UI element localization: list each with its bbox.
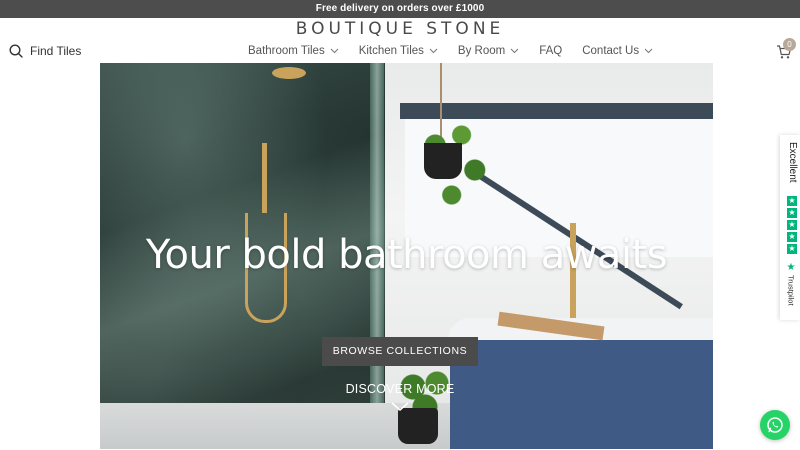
- star-icon: ★: [787, 232, 797, 242]
- nav-item-label: By Room: [457, 45, 506, 57]
- nav-item-label: FAQ: [539, 45, 563, 57]
- trustpilot-brand: ★ Trustpilot: [785, 262, 797, 312]
- discover-more-link[interactable]: DISCOVER MORE: [100, 382, 700, 396]
- shower-pipe: [262, 143, 267, 213]
- nav-item-contact-us[interactable]: Contact Us: [582, 45, 653, 57]
- whatsapp-button[interactable]: [760, 410, 790, 440]
- trustpilot-stars: ★ ★ ★ ★ ★: [787, 196, 797, 254]
- main-nav: Bathroom Tiles Kitchen Tiles By Room FAQ…: [248, 42, 673, 60]
- site-logo[interactable]: BOUTIQUE STONE: [0, 19, 800, 39]
- promo-text: Free delivery on orders over £1000: [315, 3, 485, 14]
- trustpilot-star-icon: ★: [785, 262, 797, 273]
- chevron-down-icon: [510, 48, 519, 54]
- floor-pot: [398, 408, 438, 444]
- nav-item-label: Contact Us: [582, 45, 640, 57]
- nav-item-faq[interactable]: FAQ: [539, 45, 562, 57]
- hanging-pot: [424, 143, 462, 179]
- promo-bar: Free delivery on orders over £1000: [0, 0, 800, 18]
- hero-title: Your bold bathroom awaits: [145, 232, 668, 278]
- chevron-down-icon: [330, 48, 339, 54]
- nav-item-label: Bathroom Tiles: [248, 45, 325, 57]
- nav-item-by-room[interactable]: By Room: [458, 45, 519, 57]
- star-icon: ★: [787, 208, 797, 218]
- chevron-down-icon[interactable]: [391, 402, 409, 412]
- nav-item-kitchen-tiles[interactable]: Kitchen Tiles: [359, 45, 438, 57]
- browse-collections-button[interactable]: BROWSE COLLECTIONS: [322, 337, 478, 366]
- star-icon: ★: [787, 220, 797, 230]
- nav-item-label: Kitchen Tiles: [358, 45, 424, 57]
- star-icon: ★: [787, 244, 797, 254]
- chevron-down-icon: [644, 48, 653, 54]
- trustpilot-brand-label: Trustpilot: [786, 275, 796, 306]
- whatsapp-icon: [767, 417, 783, 433]
- search-icon: [9, 44, 23, 58]
- chevron-down-icon: [429, 48, 438, 54]
- find-tiles-label: Find Tiles: [30, 44, 82, 58]
- shower-head: [272, 67, 306, 79]
- nav-item-bathroom-tiles[interactable]: Bathroom Tiles: [248, 45, 339, 57]
- trustpilot-rating-label: Excellent: [787, 142, 798, 183]
- cart-count-badge: 0: [783, 38, 796, 51]
- find-tiles-button[interactable]: Find Tiles: [9, 42, 81, 60]
- star-icon: ★: [787, 196, 797, 206]
